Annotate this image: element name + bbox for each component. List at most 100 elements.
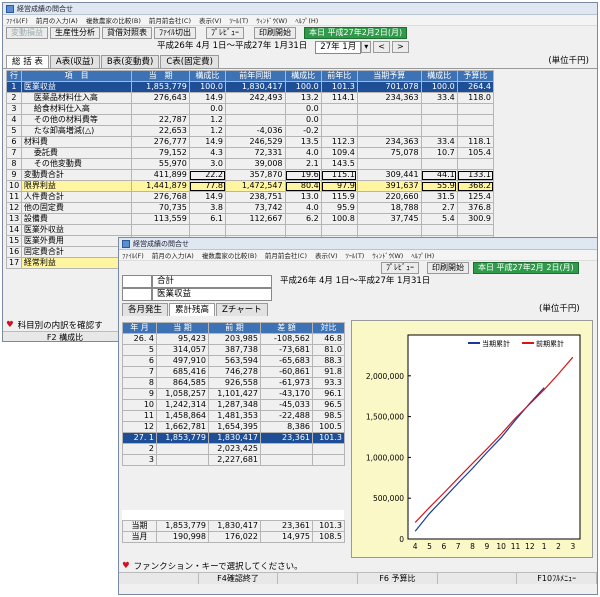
cell-value: 238,751	[225, 191, 286, 203]
menu-item-0[interactable]: ﾌｧｲﾙ(F)	[122, 250, 144, 260]
row-label: 人件費合計	[20, 191, 133, 203]
fkey-3[interactable]	[278, 573, 359, 584]
prev-period-button[interactable]: <	[373, 41, 390, 53]
tab-fixed[interactable]: C表(固定費)	[160, 55, 219, 68]
cell-value: 1,654,395	[208, 421, 261, 433]
tab-variable[interactable]: B表(変動費)	[100, 55, 160, 68]
table-row[interactable]: 4 その他の材料費等 22,787 1.2 0.0	[6, 114, 495, 126]
cell-value: 19.6	[284, 169, 322, 181]
table-row[interactable]: 2 2,023,425	[122, 443, 345, 455]
fkey-5[interactable]	[438, 573, 518, 584]
table-row[interactable]: 26. 4 95,423 203,985 -108,562 46.8	[122, 333, 345, 345]
table-row[interactable]: 7 委託費 79,152 4.3 72,331 4.0 109.4 75,078 10.7 105…	[6, 147, 495, 159]
cell-value: 105.4	[456, 147, 495, 159]
cell-value: 1,853,779	[131, 81, 190, 93]
y-tick-label: 500,000	[373, 494, 404, 503]
table-row[interactable]: 12 他の固定費 70,735 3.8 73,742 4.0 95.9 18,788 2.7 37…	[6, 202, 495, 214]
cell-value: 100.0	[420, 81, 458, 93]
menu-item-4[interactable]: 表示(V)	[315, 250, 338, 260]
productivity-button[interactable]: 生産性分析	[50, 27, 100, 39]
menu-item-7[interactable]: ﾍﾙﾌﾟ(H)	[295, 15, 318, 25]
table-row[interactable]: 12 1,662,781 1,654,395 8,386 100.5	[122, 421, 345, 433]
tab-revenue[interactable]: A表(収益)	[49, 55, 100, 68]
table-row[interactable]: 3 給食材料仕入高 0.0 0.0	[6, 103, 495, 115]
period-select[interactable]: 27年 1月	[315, 40, 362, 54]
table-row[interactable]: 10 1,242,314 1,287,348 -45,033 96.5	[122, 399, 345, 411]
y-tick-label: 2,000,000	[366, 372, 404, 381]
table-row[interactable]: 5 314,057 387,738 -73,681 81.0	[122, 344, 345, 356]
menu-item-4[interactable]: 表示(V)	[199, 15, 222, 25]
cell-value: 276,777	[131, 136, 190, 148]
fkey-1[interactable]	[119, 573, 199, 584]
table-row[interactable]: 8 その他変動費 55,970 3.0 39,008 2.1 143.5	[6, 158, 495, 170]
menu-item-6[interactable]: ｳｨﾝﾄﾞｳ(W)	[372, 250, 403, 260]
item-name-2[interactable]: 医業収益	[152, 288, 272, 301]
cell-value: 72,331	[225, 147, 286, 159]
item-code-1[interactable]	[122, 275, 152, 288]
window-title: 経営成績の問合せ	[17, 4, 73, 13]
tab-monthly[interactable]: 各月発生	[122, 303, 169, 316]
profit-button[interactable]: 変動損益	[6, 27, 48, 39]
table-row[interactable]: 11 人件費合計 276,768 14.9 238,751 13.0 115.9 220,66…	[6, 191, 495, 203]
cell-value: 114.1	[320, 92, 358, 104]
menu-item-3[interactable]: 前月前会社(C)	[265, 250, 307, 260]
fkey-6[interactable]: F10ﾌﾙﾒﾆｭｰ	[517, 573, 597, 584]
cell-value: 1,441,879	[131, 180, 190, 192]
item-name-1[interactable]: 合計	[152, 275, 272, 288]
menu-item-5[interactable]: ﾂｰﾙ(T)	[230, 15, 249, 25]
f2-key[interactable]: F2 構成比	[3, 332, 128, 341]
table-row[interactable]: 8 864,585 926,558 -61,973 93.3	[122, 377, 345, 389]
menu-item-0[interactable]: ﾌｧｲﾙ(F)	[6, 15, 28, 25]
cell-value: 4.3	[188, 147, 227, 159]
tab-summary[interactable]: 総 括 表	[6, 55, 49, 68]
cell-value	[420, 103, 458, 115]
summary-label: 当期	[122, 520, 157, 532]
print-button[interactable]: 印刷開始	[254, 27, 296, 39]
item-code-2[interactable]	[122, 288, 152, 301]
menu-item-6[interactable]: ｳｨﾝﾄﾞｳ(W)	[256, 15, 287, 25]
x-tick-label: 8	[470, 542, 475, 551]
chevron-down-icon[interactable]: ▾	[361, 41, 372, 53]
menu-item-3[interactable]: 前月前会社(C)	[149, 15, 191, 25]
table-row[interactable]: 10 限界利益 1,441,879 77.8 1,472,547 80.4 97.9 391,…	[6, 180, 495, 192]
table-row[interactable]: 1 医業収益 1,853,779 100.0 1,830,417 100.0 101.3 70…	[6, 81, 495, 93]
menu-item-7[interactable]: ﾍﾙﾌﾟ(H)	[411, 250, 434, 260]
menu-item-1[interactable]: 前月の入力(A)	[152, 250, 194, 260]
x-tick-label: 11	[511, 542, 521, 551]
menu-item-2[interactable]: 複数農家の比較(B)	[86, 15, 141, 25]
table-row[interactable]: 14 医業外収益	[6, 224, 495, 236]
table-row[interactable]: 2 医薬品材料仕入高 276,643 14.9 242,493 13.2 114.1 234,…	[6, 92, 495, 104]
table-row[interactable]: 3 2,227,681	[122, 454, 345, 466]
table-row[interactable]: 11 1,458,864 1,481,353 -22,488 98.5	[122, 410, 345, 422]
cell-value: 563,594	[208, 355, 261, 367]
row-label: 医業収益	[20, 81, 133, 93]
menu-item-5[interactable]: ﾂｰﾙ(T)	[346, 250, 365, 260]
preview-button[interactable]: ﾌﾟﾚﾋﾞｭｰ	[381, 262, 419, 274]
table-row[interactable]: 27. 1 1,853,779 1,830,417 23,361 101.3	[122, 432, 345, 444]
table-row[interactable]: 7 685,416 746,278 -60,861 91.8	[122, 366, 345, 378]
cell-value: 242,493	[225, 92, 286, 104]
next-period-button[interactable]: >	[391, 41, 409, 53]
table-row[interactable]: 9 変動費合計 411,899 22.2 357,870 19.6 115.1 309,441…	[6, 169, 495, 181]
cell-value: 125.4	[456, 191, 495, 203]
menu-item-2[interactable]: 複数農家の比較(B)	[202, 250, 257, 260]
file-export-button[interactable]: ﾌｧｲﾙ切出	[154, 27, 196, 39]
table-row[interactable]: 6 497,910 563,594 -65,683 88.3	[122, 355, 345, 367]
fkey-4[interactable]: F6 予算比	[358, 573, 438, 584]
cell-value: 1,853,779	[156, 432, 209, 444]
preview-button[interactable]: ﾌﾟﾚﾋﾞｭｰ	[206, 27, 244, 39]
balance-sheet-button[interactable]: 貸借対照表	[102, 27, 152, 39]
cell-value	[320, 125, 358, 137]
fkey-2[interactable]: F4確認終了	[199, 573, 279, 584]
table-row[interactable]: 5 たな卸高増減(△) 22,653 1.2 -4,036 -0.2	[6, 125, 495, 137]
month-cell: 2	[122, 443, 157, 455]
tab-cumulative[interactable]: 累計残高	[169, 303, 216, 316]
y-tick-label: 1,000,000	[366, 453, 404, 462]
table-row[interactable]: 13 設備費 113,559 6.1 112,667 6.2 100.8 37,745 5.4 3…	[6, 213, 495, 225]
tab-z-chart[interactable]: Zチャート	[216, 303, 268, 316]
table-row[interactable]: 6 材料費 276,777 14.9 246,529 13.5 112.3 234,363 33…	[6, 136, 495, 148]
menu-item-1[interactable]: 前月の入力(A)	[36, 15, 78, 25]
print-button[interactable]: 印刷開始	[427, 262, 469, 274]
table-row[interactable]: 9 1,058,257 1,101,427 -43,170 96.1	[122, 388, 345, 400]
row-number: 14	[6, 224, 22, 236]
